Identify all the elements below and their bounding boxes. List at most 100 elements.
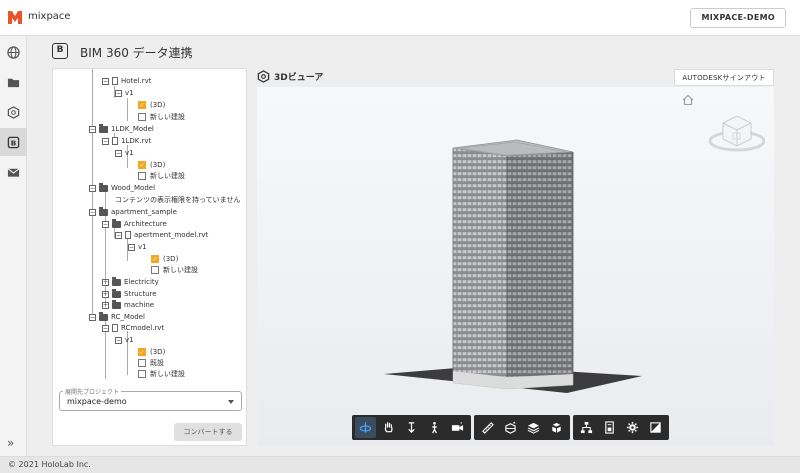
expand-rail-icon[interactable]: » (7, 436, 14, 450)
model-cube-icon (7, 105, 20, 119)
tree-folder-machine[interactable]: + machine (102, 299, 154, 311)
viewer-cube-icon (257, 70, 270, 83)
tree-view-checkbox[interactable]: 新しい建設 (138, 170, 185, 182)
fullscreen-tool[interactable] (645, 417, 666, 438)
autodesk-signout-button[interactable]: AUTODESKサインアウト (674, 69, 774, 86)
fullscreen-icon (650, 422, 661, 433)
orbit-tool[interactable] (355, 417, 376, 438)
file-tree[interactable]: − Hotel.rvt − v1 ✓ (3D) 新しい建設 −1LDK_Model −… (53, 69, 246, 379)
account-button[interactable]: MIXPACE-DEMO (690, 8, 786, 28)
expand-icon[interactable]: + (102, 290, 109, 298)
rail-mail[interactable] (0, 158, 27, 186)
tree-view-checkbox[interactable]: 新しい建設 (151, 264, 198, 276)
tree-file-hotel[interactable]: − Hotel.rvt (102, 75, 152, 87)
tree-file-apartment[interactable]: − apertment_model.rvt (115, 229, 208, 241)
rail-model[interactable] (0, 98, 27, 126)
gear-icon (626, 421, 639, 434)
app-name: mixpace (28, 11, 71, 22)
collapse-icon[interactable]: − (102, 220, 109, 228)
file-icon (112, 137, 118, 145)
layers-tool[interactable] (523, 417, 544, 438)
checkbox-checked[interactable]: ✓ (138, 101, 146, 109)
tree-file-rc[interactable]: − RCmodel.rvt (102, 322, 164, 334)
side-rail: B » (0, 36, 27, 456)
checkbox-unchecked[interactable] (138, 172, 146, 180)
viewer-title: 3Dビューア (274, 73, 324, 83)
checkbox-unchecked[interactable] (138, 370, 146, 378)
checkbox-checked[interactable]: ✓ (138, 348, 146, 356)
mixpace-logo-icon (8, 11, 22, 24)
tree-folder-electricity[interactable]: + Electricity (102, 276, 159, 288)
tree-version[interactable]: − v1 (115, 147, 134, 159)
bim360-icon: B (7, 136, 20, 148)
measure-icon (482, 422, 494, 434)
footer-copyright: © 2021 HoloLab Inc. (0, 456, 800, 473)
checkbox-unchecked[interactable] (138, 359, 146, 367)
dolly-icon (408, 422, 415, 433)
collapse-icon[interactable]: − (89, 313, 96, 321)
tree-folder-wood[interactable]: − Wood_Model (89, 182, 155, 194)
collapse-icon[interactable]: − (102, 77, 109, 85)
tree-version[interactable]: − v1 (115, 87, 134, 99)
folder-icon (99, 206, 108, 216)
checkbox-checked[interactable]: ✓ (151, 255, 159, 263)
folder-icon (112, 299, 121, 309)
checkbox-unchecked[interactable] (151, 266, 159, 274)
collapse-icon[interactable]: − (128, 243, 135, 251)
folder-icon (112, 218, 121, 228)
model-tools (474, 415, 570, 440)
tree-version[interactable]: − v1 (115, 334, 134, 346)
tree-folder-apartment[interactable]: − apartment_sample (89, 206, 177, 218)
collapse-icon[interactable]: − (102, 324, 109, 332)
project-select-label: 展開先プロジェクト (63, 387, 122, 396)
collapse-icon[interactable]: − (89, 184, 96, 192)
checkbox-unchecked[interactable] (138, 113, 146, 121)
orbit-icon (359, 422, 372, 433)
measure-tool[interactable] (477, 417, 498, 438)
collapse-icon[interactable]: − (115, 336, 122, 344)
tree-view-checkbox[interactable]: ✓ (3D) (138, 99, 165, 111)
tree-no-permission-text: コンテンツの表示権限を持っていません (115, 196, 241, 204)
settings-tool[interactable] (622, 417, 643, 438)
camera-tool[interactable] (447, 417, 468, 438)
folder-icon (112, 288, 121, 298)
rail-folder[interactable] (0, 68, 27, 96)
folder-icon (99, 123, 108, 133)
collapse-icon[interactable]: − (89, 125, 96, 133)
pan-tool[interactable] (378, 417, 399, 438)
tree-view-checkbox[interactable]: 新しい建設 (138, 368, 185, 379)
navigation-tools (352, 415, 471, 440)
rail-globe[interactable] (0, 38, 27, 66)
model-browser-tool[interactable] (576, 417, 597, 438)
tree-file-1ldk[interactable]: −1LDK.rvt (102, 135, 151, 147)
mail-icon (7, 167, 20, 177)
tree-view-checkbox[interactable]: 新しい建設 (138, 111, 185, 123)
page-bim360-icon: B (52, 43, 68, 59)
folder-icon (99, 311, 108, 321)
camera-icon (451, 421, 464, 431)
checkbox-checked[interactable]: ✓ (138, 161, 146, 169)
building-model[interactable] (257, 87, 774, 446)
convert-button[interactable]: コンバートする (174, 423, 242, 441)
rail-bim360[interactable]: B (0, 128, 27, 156)
collapse-icon[interactable]: − (102, 137, 109, 145)
expand-icon[interactable]: + (102, 301, 109, 309)
folder-icon (99, 182, 108, 192)
collapse-icon[interactable]: − (115, 231, 122, 239)
collapse-icon[interactable]: − (89, 208, 96, 216)
collapse-icon[interactable]: − (115, 149, 122, 157)
walk-tool[interactable] (424, 417, 445, 438)
section-tool[interactable] (500, 417, 521, 438)
file-tree-panel: − Hotel.rvt − v1 ✓ (3D) 新しい建設 −1LDK_Model −… (52, 68, 247, 446)
tree-version[interactable]: − v1 (128, 241, 147, 253)
panel-tools (573, 415, 669, 440)
3d-viewer-canvas[interactable] (257, 87, 774, 446)
expand-icon[interactable]: + (102, 278, 109, 286)
dolly-tool[interactable] (401, 417, 422, 438)
explode-tool[interactable] (546, 417, 567, 438)
folder-icon (7, 78, 20, 87)
tree-folder-1ldk[interactable]: −1LDK_Model (89, 123, 154, 135)
collapse-icon[interactable]: − (115, 89, 122, 97)
properties-tool[interactable] (599, 417, 620, 438)
page-title: BIM 360 データ連携 (80, 46, 193, 60)
